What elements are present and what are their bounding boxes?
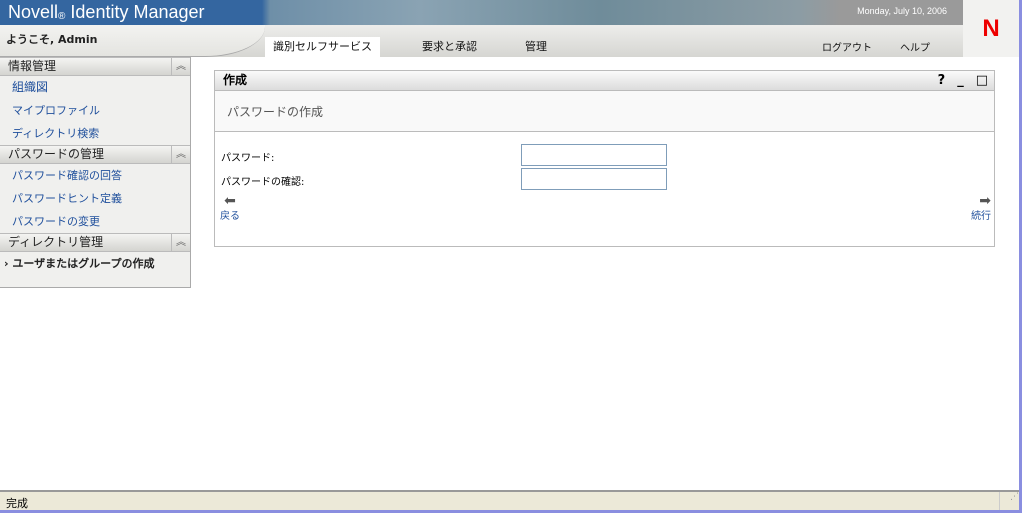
continue-button[interactable]: ➡ 続行: [971, 193, 991, 222]
panel-titlebar: 作成 ? _ □: [215, 71, 994, 91]
arrow-left-icon: ⬅: [224, 193, 236, 209]
confirm-password-label: パスワードの確認:: [221, 177, 305, 188]
novell-logo: N: [963, 0, 1019, 57]
section-header-password-management[interactable]: パスワードの管理 ︽: [0, 145, 190, 164]
password-input[interactable]: [521, 144, 667, 166]
double-chevron-up-icon[interactable]: ︽: [171, 146, 190, 163]
help-icon[interactable]: ?: [938, 71, 946, 90]
sidebar-item-directory-search[interactable]: ディレクトリ検索: [0, 122, 190, 145]
sidebar-item-password-challenge[interactable]: パスワード確認の回答: [0, 164, 190, 187]
help-link[interactable]: ヘルプ: [900, 39, 930, 54]
sidebar-item-password-hint[interactable]: パスワードヒント定義: [0, 187, 190, 210]
sidebar-item-change-password[interactable]: パスワードの変更: [0, 210, 190, 233]
registered-mark: ®: [58, 11, 66, 22]
create-panel: 作成 ? _ □ パスワードの作成 パスワード: パスワードの確認: ⬅ 戻る ➡ 続行: [214, 70, 995, 247]
minimize-icon[interactable]: _: [957, 71, 964, 90]
panel-subtitle: パスワードの作成: [215, 91, 994, 132]
panel-title: 作成: [223, 73, 248, 87]
brand-title: Novell® Identity Manager: [8, 2, 205, 23]
welcome-area: ようこそ, Admin: [0, 25, 265, 57]
item-label: ユーザまたはグループの作成: [12, 257, 155, 270]
status-text: 完成: [6, 497, 28, 510]
arrow-right-icon: ➡: [979, 193, 991, 209]
sidebar-item-create-user-group[interactable]: › ユーザまたはグループの作成: [0, 252, 190, 275]
sidebar: 情報管理 ︽ 組織図 マイプロファイル ディレクトリ検索 パスワードの管理 ︽ パス…: [0, 57, 191, 288]
date-display: Monday, July 10, 2006: [857, 6, 947, 16]
double-chevron-up-icon[interactable]: ︽: [171, 234, 190, 251]
brand-name: Novell: [8, 2, 59, 22]
password-label: パスワード:: [221, 153, 275, 164]
section-title: ディレクトリ管理: [8, 235, 104, 249]
double-chevron-up-icon[interactable]: ︽: [171, 58, 190, 75]
welcome-text: ようこそ, Admin: [6, 33, 98, 46]
sidebar-item-my-profile[interactable]: マイプロファイル: [0, 99, 190, 122]
section-title: パスワードの管理: [8, 147, 105, 161]
product-name: Identity Manager: [70, 2, 205, 22]
tab-administration[interactable]: 管理: [517, 37, 555, 57]
back-label: 戻る: [220, 211, 240, 222]
tab-identity-self-service[interactable]: 識別セルフサービス: [265, 37, 380, 57]
confirm-password-input[interactable]: [521, 168, 667, 190]
logout-link[interactable]: ログアウト: [822, 39, 872, 54]
tab-requests-approvals[interactable]: 要求と承認: [414, 37, 485, 57]
continue-label: 続行: [971, 211, 991, 222]
sidebar-item-org-chart[interactable]: 組織図: [0, 76, 190, 99]
nav-bar: ようこそ, Admin 識別セルフサービス 要求と承認 管理 ログアウト ヘルプ: [0, 25, 963, 57]
section-title: 情報管理: [8, 59, 57, 73]
banner: Novell® Identity Manager Monday, July 10…: [0, 0, 963, 25]
current-marker-icon: ›: [4, 257, 9, 270]
back-button[interactable]: ⬅ 戻る: [220, 193, 240, 222]
maximize-icon[interactable]: □: [976, 71, 988, 90]
section-header-directory-management[interactable]: ディレクトリ管理 ︽: [0, 233, 190, 252]
section-header-info-management[interactable]: 情報管理 ︽: [0, 57, 190, 76]
